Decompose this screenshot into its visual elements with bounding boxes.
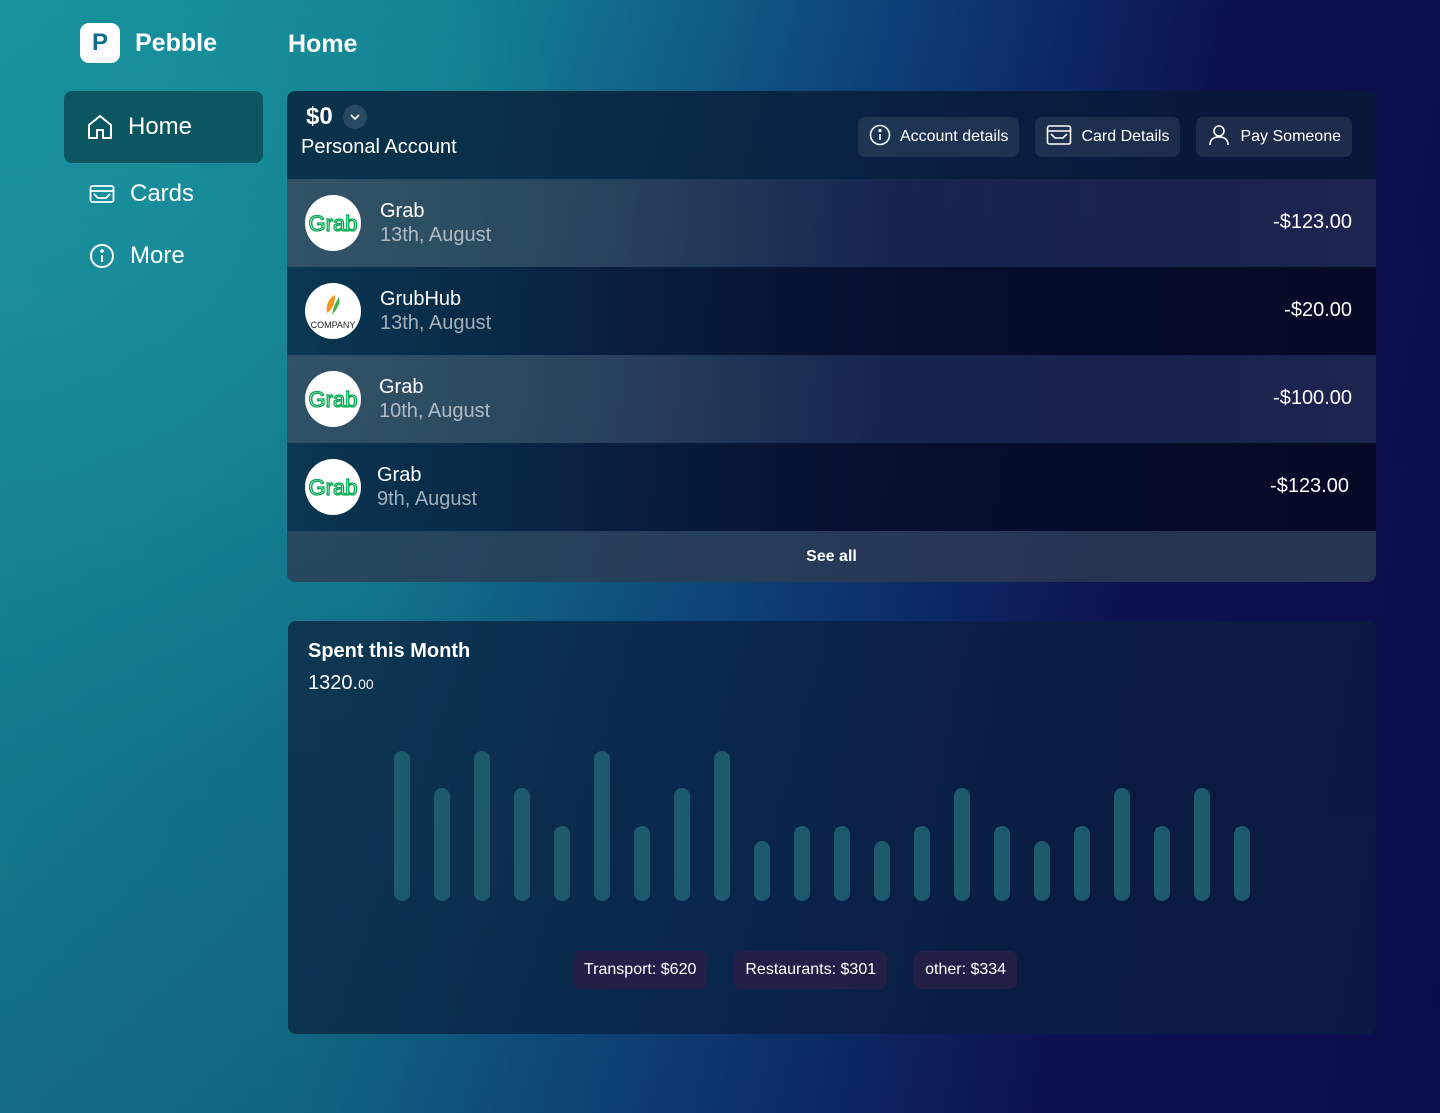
pebble-logo-icon: P	[80, 23, 120, 63]
chart-bar	[394, 751, 410, 901]
card-icon	[88, 180, 116, 208]
svg-text:Grab: Grab	[309, 387, 358, 412]
spending-total: 1320.00	[308, 672, 374, 695]
info-icon	[88, 242, 116, 270]
button-label: Pay Someone	[1240, 128, 1341, 145]
transaction-date: 13th, August	[380, 224, 492, 246]
account-card: $0 Personal Account Account details Card…	[287, 91, 1376, 582]
transaction-merchant: Grab	[379, 376, 424, 398]
category-chip-restaurants[interactable]: Restaurants: $301	[734, 951, 888, 989]
sidebar-item-cards[interactable]: Cards	[64, 163, 263, 225]
transaction-amount: -$123.00	[1270, 475, 1349, 497]
button-label: Account details	[899, 128, 1009, 145]
transaction-info: Grab 10th, August	[379, 375, 490, 423]
chart-bar	[874, 841, 890, 901]
category-chip-transport[interactable]: Transport: $620	[573, 951, 708, 989]
svg-text:Grab: Grab	[309, 475, 358, 500]
button-label: Card Details	[1081, 128, 1170, 145]
company-logo-icon: COMPANY	[305, 283, 361, 339]
balance-value: $0	[306, 103, 333, 130]
chart-bar	[1194, 788, 1210, 901]
info-icon	[869, 124, 891, 151]
chart-bar	[834, 826, 850, 901]
chevron-down-icon[interactable]	[342, 105, 367, 129]
page-title: Home	[288, 30, 358, 58]
transaction-row[interactable]: COMPANY GrubHub 13th, August -$20.00	[287, 267, 1376, 355]
chart-bar	[794, 826, 810, 901]
transaction-row[interactable]: Grab Grab 13th, August -$123.00	[287, 179, 1376, 267]
chart-bar	[754, 841, 770, 901]
spending-card: Spent this Month 1320.00 Transport: $620…	[288, 621, 1376, 1034]
transaction-merchant: Grab	[380, 200, 425, 222]
transaction-date: 13th, August	[380, 312, 492, 334]
chart-bar	[1074, 826, 1090, 901]
chart-bar	[514, 788, 530, 901]
chart-bar	[634, 826, 650, 901]
transaction-merchant: GrubHub	[380, 288, 462, 310]
account-details-button[interactable]: Account details	[857, 117, 1020, 157]
account-actions: Account details Card Details Pay Someone	[857, 117, 1352, 157]
transaction-row[interactable]: Grab Grab 9th, August -$123.00	[287, 443, 1376, 531]
sidebar: Home Cards More	[64, 91, 263, 287]
chart-bar	[954, 788, 970, 901]
brand[interactable]: P Pebble	[80, 23, 217, 63]
chart-bar	[594, 751, 610, 901]
chart-bar	[1154, 826, 1170, 901]
balance[interactable]: $0	[306, 103, 367, 131]
sidebar-item-more[interactable]: More	[64, 225, 263, 287]
sidebar-item-label: More	[130, 242, 185, 269]
transaction-amount: -$100.00	[1273, 387, 1352, 409]
card-details-button[interactable]: Card Details	[1035, 117, 1181, 157]
svg-text:COMPANY: COMPANY	[311, 320, 356, 330]
transaction-date: 10th, August	[379, 400, 491, 422]
pay-someone-button[interactable]: Pay Someone	[1196, 117, 1352, 157]
home-icon	[86, 113, 114, 141]
chart-bar	[674, 788, 690, 901]
chart-bar	[554, 826, 570, 901]
account-header: $0 Personal Account Account details Card…	[287, 91, 1376, 179]
category-chip-other[interactable]: other: $334	[914, 951, 1018, 989]
chart-bar	[474, 751, 490, 901]
spending-bar-chart	[394, 751, 1254, 901]
sidebar-item-label: Cards	[130, 180, 195, 207]
spending-title: Spent this Month	[308, 640, 471, 662]
chart-bar	[434, 788, 450, 901]
chart-bar	[914, 826, 930, 901]
transaction-date: 9th, August	[377, 488, 478, 510]
transaction-info: Grab 9th, August	[377, 463, 477, 511]
user-icon	[1207, 123, 1231, 152]
spending-total-whole: 1320.	[308, 672, 359, 694]
spending-total-cents: 00	[358, 676, 374, 692]
chart-bar	[1234, 826, 1250, 901]
chart-bar	[1034, 841, 1050, 901]
transaction-merchant: Grab	[377, 464, 422, 486]
sidebar-item-label: Home	[128, 113, 193, 140]
chart-bar	[714, 751, 730, 901]
transaction-info: GrubHub 13th, August	[380, 287, 491, 335]
account-name: Personal Account	[301, 136, 457, 158]
card-icon	[1046, 124, 1072, 151]
grab-logo-icon: Grab	[305, 459, 361, 515]
chart-bar	[994, 826, 1010, 901]
see-all-button[interactable]: See all	[287, 531, 1376, 582]
chart-bar	[1114, 788, 1130, 901]
transaction-info: Grab 13th, August	[380, 199, 491, 247]
svg-text:Grab: Grab	[309, 211, 358, 236]
grab-logo-icon: Grab	[305, 371, 361, 427]
transaction-amount: -$20.00	[1284, 299, 1352, 321]
category-chips: Transport: $620 Restaurants: $301 other:…	[573, 951, 1018, 989]
grab-logo-icon: Grab	[305, 195, 361, 251]
sidebar-item-home[interactable]: Home	[64, 91, 263, 163]
transaction-row[interactable]: Grab Grab 10th, August -$100.00	[287, 355, 1376, 443]
transaction-amount: -$123.00	[1273, 211, 1352, 233]
app-name: Pebble	[135, 28, 217, 57]
